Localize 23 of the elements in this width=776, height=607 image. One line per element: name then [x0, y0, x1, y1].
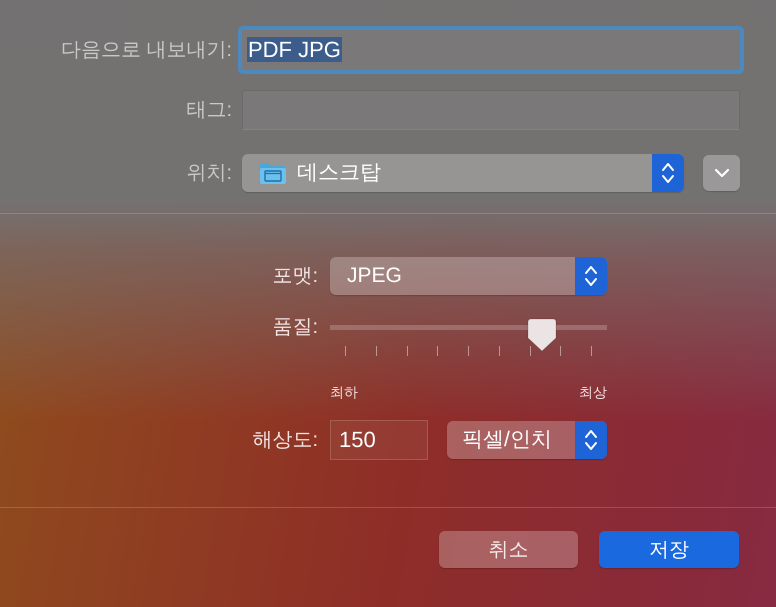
- slider-min-label: 최하: [330, 383, 358, 401]
- updown-chevron-icon: [575, 257, 607, 295]
- slider-thumb[interactable]: [526, 318, 557, 352]
- chevron-icon: [714, 168, 730, 178]
- field-label: 다음으로 내보내기:: [60, 39, 232, 61]
- field-label: 품질:: [272, 316, 318, 338]
- updown-chevron-icon: [575, 421, 607, 459]
- updown-chevron-icon: [652, 154, 684, 192]
- location-dropdown[interactable]: 데스크탑: [242, 154, 684, 192]
- cancel-button[interactable]: 취소: [439, 531, 578, 568]
- slider-max-label: 최상: [579, 383, 607, 401]
- expand-button[interactable]: [703, 155, 740, 191]
- folder-icon: [259, 161, 287, 185]
- tags-field[interactable]: [242, 90, 740, 130]
- format-dropdown[interactable]: JPEG: [330, 257, 607, 295]
- filename-field[interactable]: PDF JPG: [238, 26, 744, 74]
- field-label: 위치:: [186, 162, 232, 184]
- field-label: 포맷:: [272, 265, 318, 287]
- field-label: 해상도:: [252, 429, 318, 451]
- resolution-field[interactable]: 150: [330, 420, 428, 460]
- field-label: 태그:: [186, 99, 232, 121]
- unit-dropdown[interactable]: 픽셀/인치: [447, 421, 607, 459]
- save-button[interactable]: 저장: [599, 531, 739, 568]
